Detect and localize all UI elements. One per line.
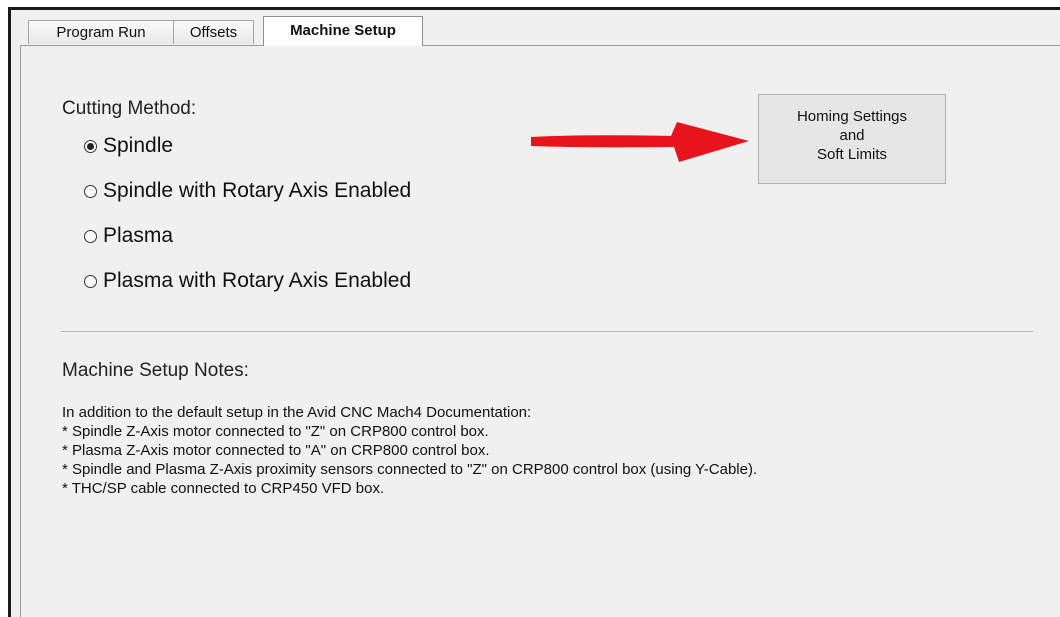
radio-label: Spindle (103, 134, 174, 157)
tab-program-run[interactable]: Program Run (28, 20, 174, 44)
radio-spindle[interactable]: Spindle (84, 134, 173, 158)
radio-unselected-icon[interactable] (84, 274, 97, 288)
button-label-line: and (839, 127, 865, 144)
radio-plasma[interactable]: Plasma (84, 224, 173, 248)
machine-setup-panel: Cutting Method: Spindle Spindle with Rot… (20, 45, 1060, 617)
note-line: In addition to the default setup in the … (62, 404, 532, 421)
note-line: * Spindle Z-Axis motor connected to "Z" … (62, 423, 489, 440)
radio-unselected-icon[interactable] (84, 229, 97, 243)
radio-label: Plasma with Rotary Axis Enabled (103, 269, 412, 292)
notes-heading: Machine Setup Notes: (62, 360, 249, 381)
radio-plasma-rotary[interactable]: Plasma with Rotary Axis Enabled (84, 269, 411, 293)
homing-soft-limits-button[interactable]: Homing Settings and Soft Limits (758, 94, 946, 184)
cutting-method-label: Cutting Method: (62, 98, 197, 119)
tab-bar: Program Run Offsets Machine Setup (11, 10, 1060, 46)
radio-spindle-rotary[interactable]: Spindle with Rotary Axis Enabled (84, 179, 411, 203)
radio-label: Spindle with Rotary Axis Enabled (103, 179, 412, 202)
radio-unselected-icon[interactable] (84, 184, 97, 198)
note-line: * THC/SP cable connected to CRP450 VFD b… (62, 480, 385, 497)
button-label-line: Soft Limits (816, 146, 888, 163)
note-line: * Plasma Z-Axis motor connected to "A" o… (62, 442, 490, 459)
tab-offsets[interactable]: Offsets (173, 20, 254, 44)
button-label-line: Homing Settings (796, 108, 908, 125)
tab-machine-setup[interactable]: Machine Setup (263, 16, 423, 46)
app-window: Program Run Offsets Machine Setup Cuttin… (8, 7, 1060, 617)
note-line: * Spindle and Plasma Z-Axis proximity se… (62, 461, 758, 478)
radio-selected-icon[interactable] (84, 139, 97, 153)
notes-text: In addition to the default setup in the … (62, 403, 757, 498)
section-divider (61, 331, 1033, 332)
radio-label: Plasma (103, 224, 174, 247)
red-arrow-icon (531, 122, 749, 162)
